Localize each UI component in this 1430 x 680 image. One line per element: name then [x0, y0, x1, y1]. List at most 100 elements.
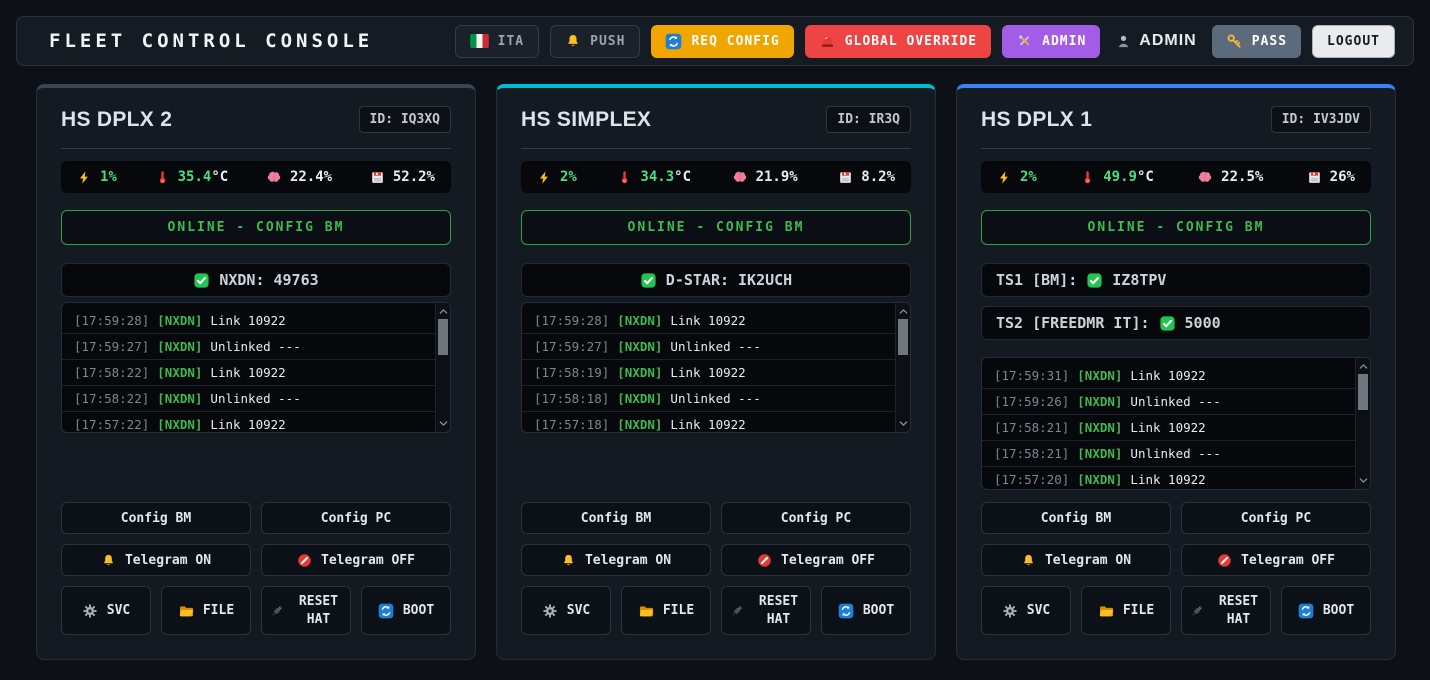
scrollbar-thumb[interactable] [1358, 374, 1368, 410]
svc-button[interactable]: SVC [981, 586, 1071, 635]
file-button[interactable]: FILE [621, 586, 711, 635]
log-message: Link 10922 [670, 313, 745, 328]
global-override-button[interactable]: GLOBAL OVERRIDE [805, 25, 991, 58]
bell-icon [561, 553, 576, 568]
log-message: Link 10922 [1130, 368, 1205, 383]
svc-button[interactable]: SVC [61, 586, 151, 635]
logout-button[interactable]: LOGOUT [1312, 25, 1395, 58]
scroll-up-icon[interactable] [438, 306, 449, 317]
log-message: Unlinked --- [210, 391, 300, 406]
boot-button[interactable]: BOOT [1281, 586, 1371, 635]
lightning-icon [997, 170, 1012, 185]
mode-value: IK2UCH [738, 271, 792, 289]
status-box: ONLINE - CONFIG BM [61, 210, 451, 245]
telegram-off-button[interactable]: Telegram OFF [1181, 544, 1371, 576]
telegram-on-button[interactable]: Telegram ON [981, 544, 1171, 576]
scrollbar-thumb[interactable] [898, 319, 908, 355]
bust-icon [1115, 33, 1132, 50]
log-time: [17:59:27] [534, 339, 609, 354]
ts1-status-box: TS1 [BM]: IZ8TPV [981, 263, 1371, 297]
config-pc-button[interactable]: Config PC [1181, 502, 1371, 534]
log-message: Link 10922 [210, 365, 285, 380]
boot-button[interactable]: BOOT [821, 586, 911, 635]
file-button[interactable]: FILE [161, 586, 251, 635]
scroll-up-icon[interactable] [898, 306, 909, 317]
gear-icon [542, 603, 558, 619]
mode-value: 49763 [274, 271, 319, 289]
log-tag: [NXDN] [1077, 420, 1122, 435]
log-time: [17:58:19] [534, 365, 609, 380]
log-panel: [17:59:28][NXDN]Link 10922 [17:59:27][NX… [521, 302, 911, 433]
pass-button[interactable]: PASS [1212, 25, 1301, 58]
scroll-up-icon[interactable] [1358, 361, 1369, 372]
config-bm-button[interactable]: Config BM [521, 502, 711, 534]
cpu-value: 22.4% [290, 169, 332, 185]
power-stat: 1% [77, 169, 117, 185]
log-scrollbar[interactable] [435, 303, 450, 432]
folder-icon [638, 603, 654, 619]
svc-button[interactable]: SVC [521, 586, 611, 635]
lightning-icon [77, 170, 92, 185]
telegram-off-button[interactable]: Telegram OFF [721, 544, 911, 576]
scroll-down-icon[interactable] [898, 418, 909, 429]
bell-icon [101, 553, 116, 568]
current-user: ADMIN [1115, 32, 1196, 50]
log-tag: [NXDN] [617, 339, 662, 354]
telegram-off-button[interactable]: Telegram OFF [261, 544, 451, 576]
cards-row: HS DPLX 2 ID: IQ3XQ 1% 35.4°C 22.4% 52.2… [36, 84, 1396, 660]
telegram-on-button[interactable]: Telegram ON [521, 544, 711, 576]
power-value: 2% [1020, 169, 1037, 185]
config-pc-button[interactable]: Config PC [721, 502, 911, 534]
reset-hat-button[interactable]: RESET HAT [261, 586, 351, 635]
scroll-down-icon[interactable] [438, 418, 449, 429]
telegram-on-button[interactable]: Telegram ON [61, 544, 251, 576]
card-title: HS SIMPLEX [521, 108, 651, 132]
log-rows: [17:59:28][NXDN]Link 10922 [17:59:27][NX… [522, 303, 895, 433]
temp-unit: °C [211, 169, 228, 185]
stats-bar: 2% 49.9°C 22.5% 26% [981, 161, 1371, 193]
bell-icon [565, 33, 581, 49]
reset-hat-button[interactable]: RESET HAT [721, 586, 811, 635]
brain-icon [266, 169, 282, 185]
admin-button[interactable]: ADMIN [1002, 25, 1100, 58]
sync-icon [378, 603, 394, 619]
log-message: Link 10922 [1130, 420, 1205, 435]
scrollbar-thumb[interactable] [438, 319, 448, 355]
logout-label: LOGOUT [1327, 34, 1380, 49]
config-bm-button[interactable]: Config BM [981, 502, 1171, 534]
disk-icon [370, 170, 385, 185]
config-pc-button[interactable]: Config PC [261, 502, 451, 534]
push-button[interactable]: PUSH [550, 25, 640, 58]
green-check-icon [1086, 272, 1103, 289]
ts2-status-box: TS2 [FREEDMR IT]: 5000 [981, 306, 1371, 340]
log-time: [17:59:28] [534, 313, 609, 328]
hammer-wrench-icon [1016, 33, 1033, 50]
plug-icon [729, 603, 745, 619]
boot-button[interactable]: BOOT [361, 586, 451, 635]
file-button[interactable]: FILE [1081, 586, 1171, 635]
admin-button-label: ADMIN [1042, 34, 1086, 49]
green-check-icon [1159, 315, 1176, 332]
log-message: Unlinked --- [670, 339, 760, 354]
language-button[interactable]: ITA [455, 25, 539, 58]
stats-bar: 1% 35.4°C 22.4% 52.2% [61, 161, 451, 193]
log-scrollbar[interactable] [895, 303, 910, 432]
status-box: ONLINE - CONFIG BM [981, 210, 1371, 245]
scroll-down-icon[interactable] [1358, 475, 1369, 486]
cpu-stat: 22.5% [1197, 169, 1263, 185]
card-hs-dplx-2: HS DPLX 2 ID: IQ3XQ 1% 35.4°C 22.4% 52.2… [36, 84, 476, 660]
disk-value: 52.2% [393, 169, 435, 185]
status-box: ONLINE - CONFIG BM [521, 210, 911, 245]
log-tag: [NXDN] [1077, 472, 1122, 487]
disk-stat: 8.2% [838, 169, 895, 185]
config-bm-button[interactable]: Config BM [61, 502, 251, 534]
req-config-button[interactable]: REQ CONFIG [651, 25, 793, 58]
reset-hat-button[interactable]: RESET HAT [1181, 586, 1271, 635]
log-time: [17:58:22] [74, 365, 149, 380]
log-scrollbar[interactable] [1355, 358, 1370, 489]
log-message: Unlinked --- [1130, 446, 1220, 461]
temp-stat: 35.4°C [155, 169, 229, 185]
log-row: [17:58:22][NXDN]Link 10922 [62, 360, 435, 386]
log-message: Unlinked --- [1130, 394, 1220, 409]
disk-icon [1307, 170, 1322, 185]
